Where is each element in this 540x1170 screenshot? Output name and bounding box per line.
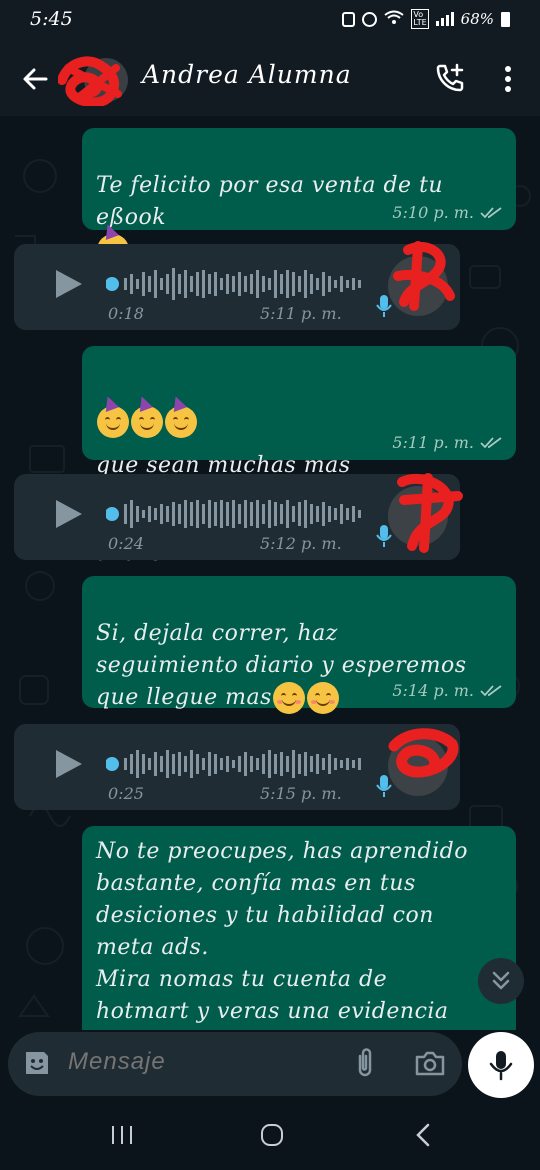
smiling-face-emoji [306, 682, 339, 714]
waveform[interactable] [106, 496, 366, 532]
status-icons: Vo LTE 68% [342, 9, 510, 29]
double-chevron-down-icon [492, 971, 510, 990]
party-face-emoji [97, 394, 129, 438]
message-meta: 5:10 p. m. [392, 203, 502, 222]
outgoing-message[interactable]: Si, dejala correr, haz seguimiento diari… [82, 576, 516, 714]
voice-message[interactable]: 0:24 5:12 p. m. [14, 473, 463, 560]
play-icon[interactable] [54, 498, 84, 530]
redaction-scribble [58, 56, 122, 106]
play-icon[interactable] [54, 268, 84, 300]
chat-header: Andrea Alumna [0, 44, 540, 116]
message-time: 5:11 p. m. [260, 304, 342, 323]
scroll-to-bottom-button[interactable] [478, 958, 524, 1004]
party-face-emoji [165, 394, 197, 438]
outgoing-message[interactable]: Te felicito por esa venta de tu eßook 5:… [82, 128, 516, 266]
read-ticks-icon [480, 684, 502, 696]
voice-message[interactable]: 0:25 5:15 p. m. [14, 724, 460, 810]
voice-message[interactable]: 0:18 5:11 p. m. [14, 241, 460, 330]
mic-icon [489, 1051, 513, 1081]
waveform[interactable] [106, 746, 366, 782]
mic-icon [376, 525, 392, 547]
wifi-icon [384, 10, 404, 28]
back-arrow-icon[interactable] [20, 64, 50, 94]
chat-area[interactable]: Te felicito por esa venta de tu eßook 5:… [0, 116, 540, 1030]
contact-name[interactable]: Andrea Alumna [142, 60, 352, 89]
smiling-face-emoji [272, 682, 305, 714]
message-text: Te felicito por esa venta de tu eßook [96, 173, 444, 230]
camera-icon[interactable] [414, 1048, 446, 1078]
message-time: 5:14 p. m. [392, 681, 474, 700]
notification-icon [342, 11, 356, 27]
outgoing-message[interactable]: No te preocupes, has aprendido bastante,… [82, 826, 516, 1030]
outgoing-message[interactable]: que sean muchas mas andre 5:11 p. m. [82, 346, 516, 614]
message-input-container[interactable] [8, 1032, 462, 1096]
attach-icon[interactable] [352, 1046, 378, 1080]
read-ticks-icon [480, 206, 502, 218]
back-icon[interactable] [414, 1122, 432, 1148]
message-meta: 5:11 p. m. [392, 433, 502, 452]
play-icon[interactable] [54, 748, 84, 780]
status-time: 5:45 [30, 8, 73, 30]
signal-icon [435, 12, 454, 26]
message-time: 5:11 p. m. [392, 433, 474, 452]
recent-apps-icon[interactable] [110, 1124, 134, 1146]
message-composer [0, 1030, 540, 1100]
more-options-icon[interactable] [500, 64, 516, 94]
voice-duration: 0:18 [108, 304, 144, 323]
volte-icon: Vo LTE [411, 9, 429, 29]
message-time: 5:15 p. m. [260, 784, 342, 803]
battery-percent: 68% [460, 10, 494, 28]
add-call-icon[interactable] [434, 62, 466, 94]
message-time: 5:12 p. m. [260, 534, 342, 553]
waveform[interactable] [106, 266, 366, 302]
message-input[interactable] [68, 1048, 383, 1076]
system-nav-bar [0, 1100, 540, 1170]
party-face-emoji [131, 394, 163, 438]
voice-record-button[interactable] [468, 1032, 534, 1098]
alarm-icon [362, 11, 378, 27]
home-icon[interactable] [260, 1124, 284, 1146]
mic-icon [376, 295, 392, 317]
voice-duration: 0:24 [108, 534, 144, 553]
voice-duration: 0:25 [108, 784, 144, 803]
mic-icon [376, 775, 392, 797]
sticker-icon[interactable] [22, 1048, 52, 1078]
message-meta: 5:14 p. m. [392, 681, 502, 700]
status-bar: 5:45 Vo LTE 68% [0, 0, 540, 44]
read-ticks-icon [480, 436, 502, 448]
contact-avatar[interactable] [58, 54, 128, 106]
message-text: No te preocupes, has aprendido bastante,… [96, 839, 468, 1024]
battery-icon [501, 11, 510, 27]
message-time: 5:10 p. m. [392, 203, 474, 222]
